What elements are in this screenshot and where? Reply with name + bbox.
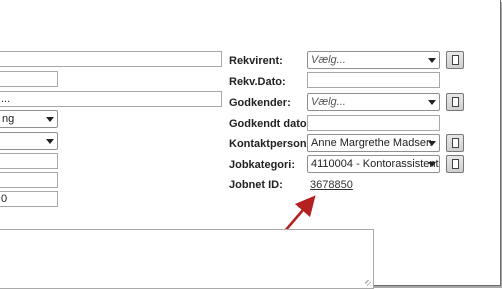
left-text-field-3[interactable]: ... (0, 91, 222, 107)
godkendt-dato-label: Godkendt dato: (229, 118, 311, 130)
jobnet-id-link[interactable]: 3678850 (310, 178, 353, 192)
godkender-placeholder: Vælg... (311, 96, 346, 108)
left-text-field-5[interactable] (0, 172, 58, 188)
rekvirent-placeholder: Vælg... (311, 54, 346, 66)
chevron-down-icon (46, 117, 54, 122)
godkender-select[interactable]: Vælg... (307, 93, 440, 111)
jobnet-id-label: Jobnet ID: (229, 179, 283, 191)
left-select-1[interactable]: ng (0, 110, 58, 128)
godkender-label: Godkender: (229, 97, 291, 109)
chevron-down-icon (428, 100, 436, 105)
godkendt-dato-field[interactable] (307, 115, 440, 131)
kontaktperson-value: Anne Margrethe Madsen (311, 137, 433, 149)
document-icon (452, 55, 459, 65)
left-select-2[interactable] (0, 132, 58, 150)
jobkategori-label: Jobkategori: (229, 159, 296, 171)
rekv-dato-field[interactable] (307, 72, 440, 88)
document-icon (452, 159, 459, 169)
kontaktperson-label: Kontaktperson: (229, 138, 311, 150)
notes-textarea[interactable] (0, 229, 374, 289)
rekvirent-select[interactable]: Vælg... (307, 51, 440, 69)
jobkategori-select[interactable]: 4110004 - Kontorassistent (307, 155, 440, 173)
chevron-down-icon (428, 58, 436, 63)
document-icon (452, 97, 459, 107)
rekvirent-label: Rekvirent: (229, 55, 283, 67)
left-text-field-1[interactable] (0, 51, 222, 67)
kontaktperson-select[interactable]: Anne Margrethe Madsen (307, 134, 440, 152)
rekvirent-lookup-button[interactable] (446, 51, 464, 69)
chevron-down-icon (428, 141, 436, 146)
kontaktperson-lookup-button[interactable] (446, 134, 464, 152)
left-text-field-2[interactable] (0, 71, 58, 87)
resize-grip-icon (365, 280, 371, 286)
godkender-lookup-button[interactable] (446, 93, 464, 111)
rekv-dato-label: Rekv.Dato: (229, 76, 286, 88)
document-icon (452, 138, 459, 148)
jobkategori-lookup-button[interactable] (446, 155, 464, 173)
left-select-1-value: ng (2, 113, 15, 125)
jobkategori-value: 4110004 - Kontorassistent (311, 158, 439, 170)
chevron-down-icon (428, 162, 436, 167)
chevron-down-icon (46, 139, 54, 144)
left-text-field-4[interactable] (0, 153, 58, 169)
left-text-field-6[interactable]: 0 (0, 191, 58, 207)
